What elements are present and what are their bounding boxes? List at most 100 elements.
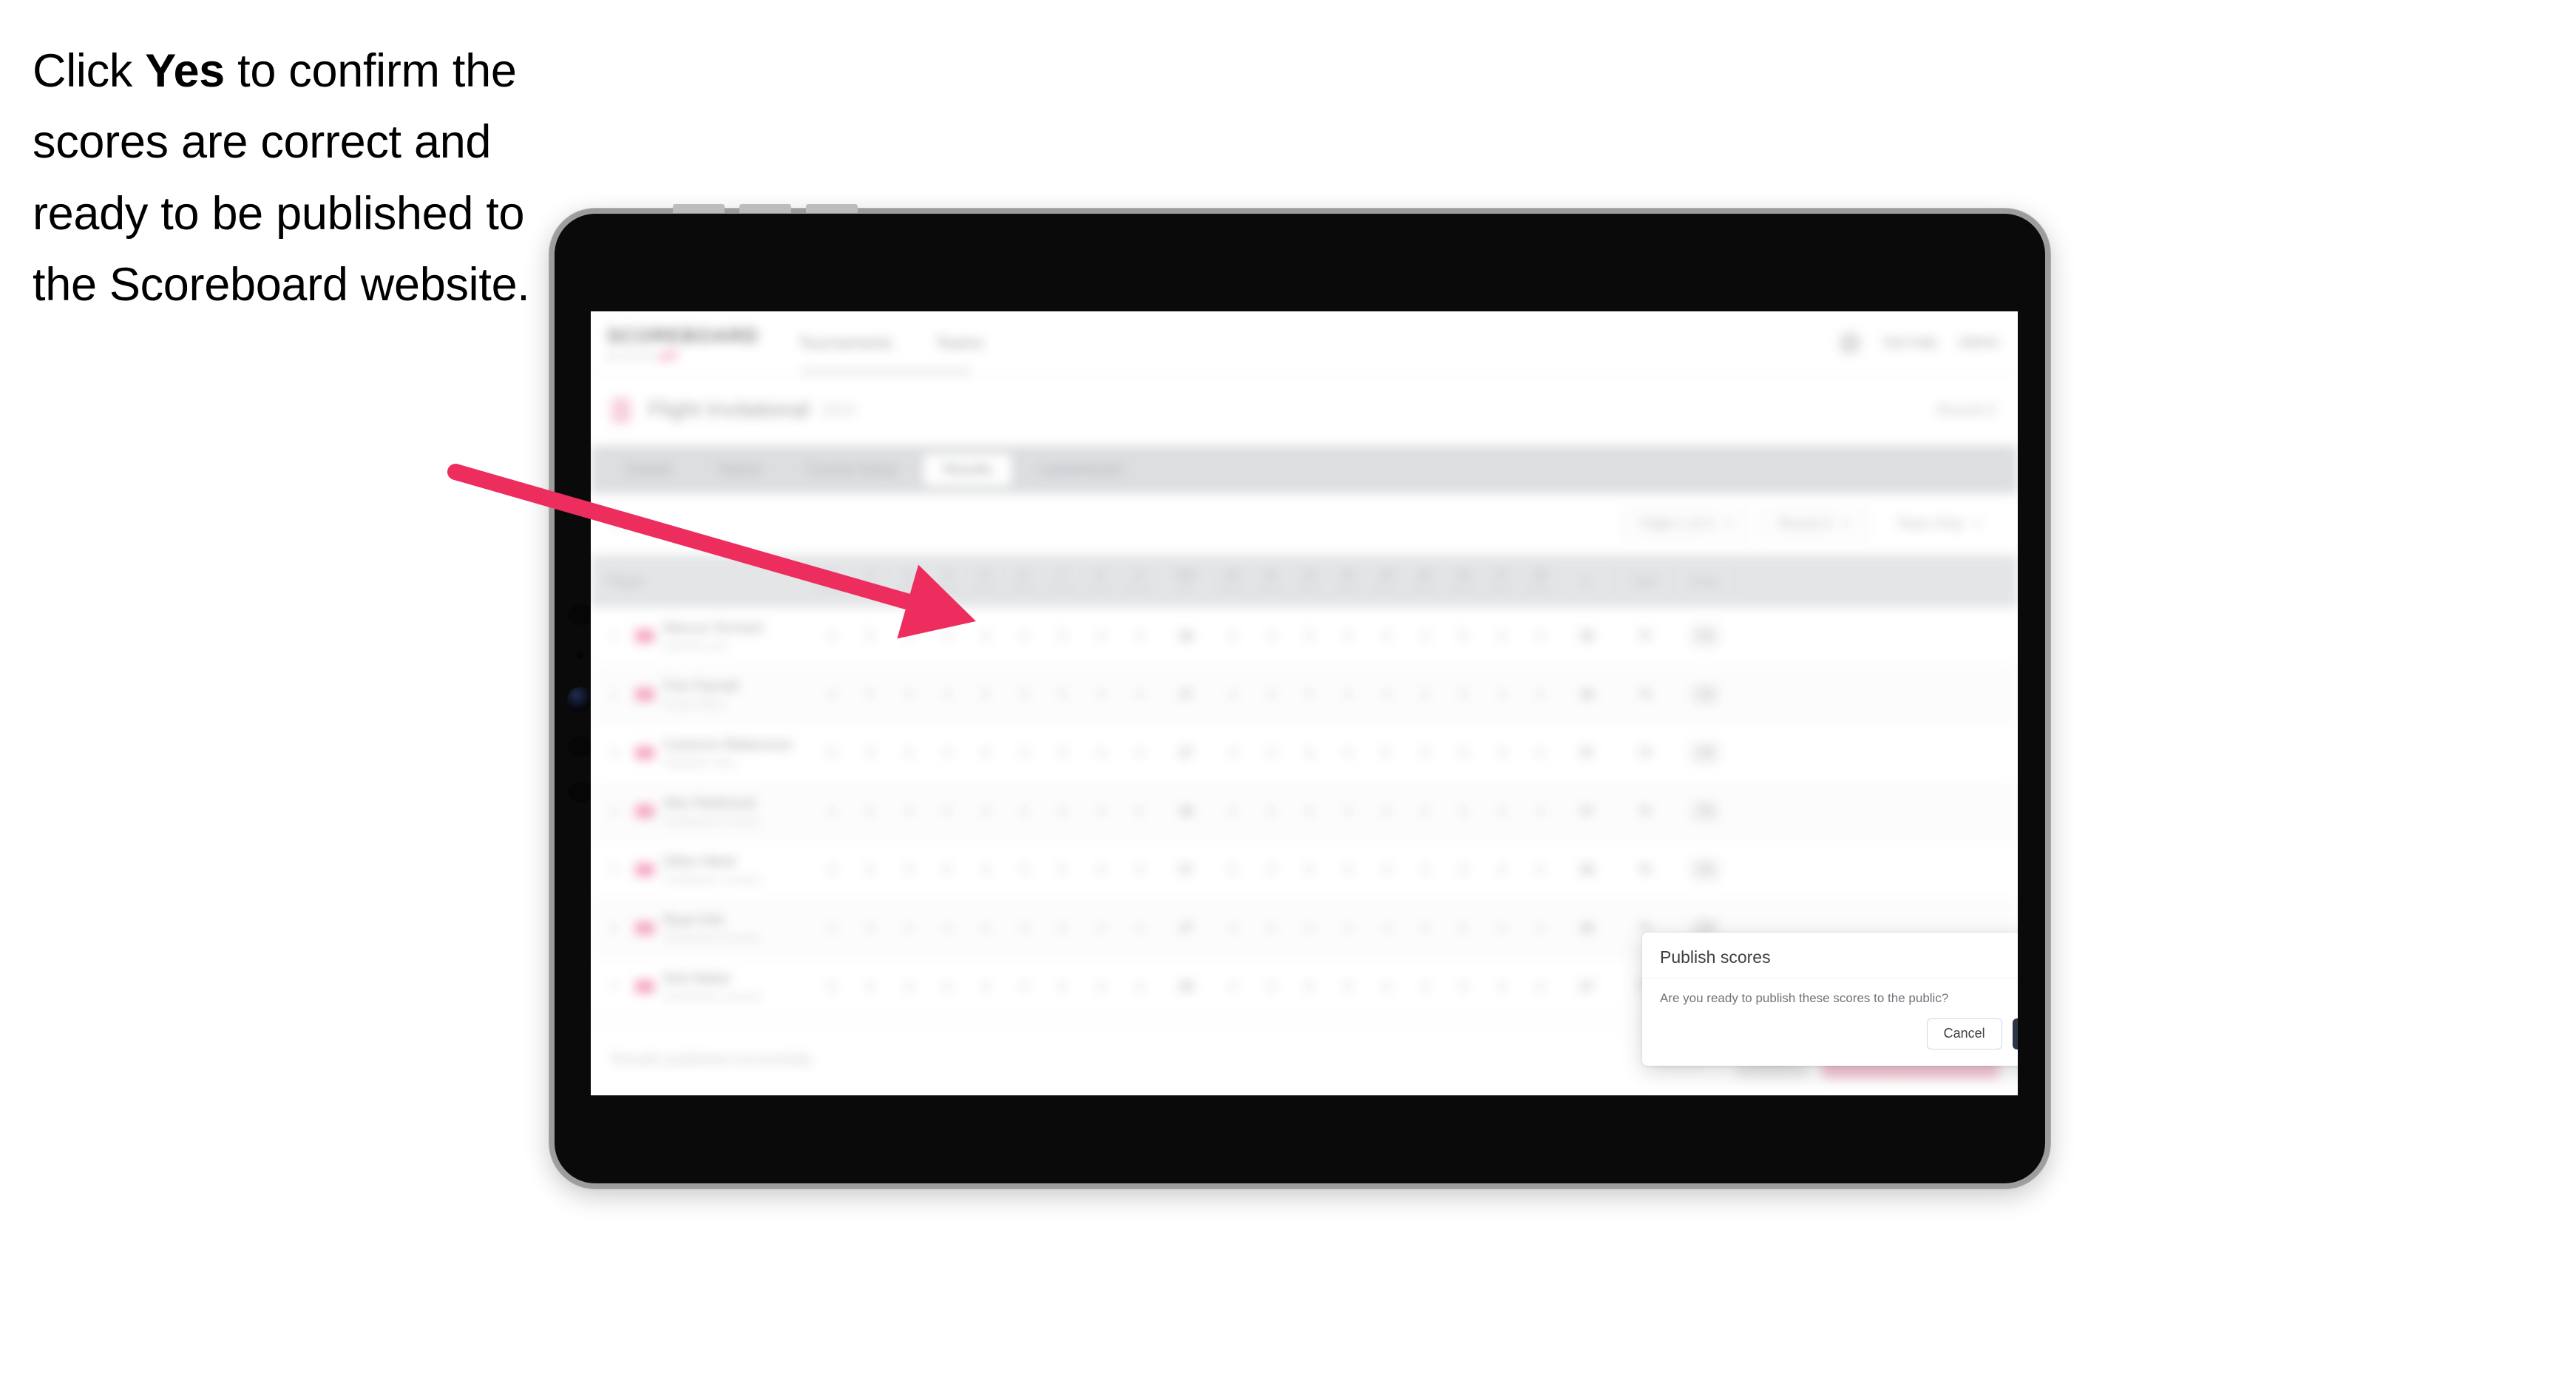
- score-cell[interactable]: 4: [928, 782, 966, 840]
- score-cell[interactable]: 4: [1329, 899, 1367, 957]
- score-cell[interactable]: 5: [1290, 724, 1329, 782]
- score-cell[interactable]: 4: [1482, 958, 1521, 1015]
- in-total-cell[interactable]: 37: [1559, 724, 1614, 782]
- score-cell[interactable]: 3: [1005, 724, 1043, 782]
- score-cell[interactable]: 4: [928, 666, 966, 723]
- score-cell[interactable]: 3: [1252, 666, 1290, 723]
- in-total-cell[interactable]: 37: [1559, 782, 1614, 840]
- score-cell[interactable]: 4: [928, 724, 966, 782]
- score-cell[interactable]: 3: [1005, 841, 1043, 899]
- score-cell[interactable]: 5: [813, 724, 851, 782]
- score-cell[interactable]: 4: [1120, 607, 1159, 665]
- score-cell[interactable]: 4: [1120, 958, 1159, 1015]
- table-row[interactable]: 3 Cameron Blakemore Highfield Links 5 5 3 4 4 3 5…: [591, 724, 2018, 782]
- score-cell[interactable]: 5: [851, 841, 889, 899]
- score-cell[interactable]: 3: [1252, 607, 1290, 665]
- score-cell[interactable]: 4: [1367, 899, 1406, 957]
- score-cell[interactable]: 4: [1120, 899, 1159, 957]
- score-cell[interactable]: 4: [1482, 782, 1521, 840]
- score-cell[interactable]: 5: [1482, 899, 1521, 957]
- score-cell[interactable]: 5: [1043, 607, 1082, 665]
- score-cell[interactable]: 5: [1367, 724, 1406, 782]
- score-cell[interactable]: 5: [1444, 841, 1482, 899]
- score-cell[interactable]: 5: [1043, 958, 1082, 1015]
- score-cell[interactable]: 4: [1329, 782, 1367, 840]
- nav-link-tournaments[interactable]: Tournaments: [799, 334, 892, 353]
- score-cell[interactable]: 4: [1482, 607, 1521, 665]
- score-cell[interactable]: 5: [851, 899, 889, 957]
- score-cell[interactable]: 4: [889, 782, 928, 840]
- table-row[interactable]: 4 Alex Redmond Southdown Country 4 5 4 4 4 3 5 4 5 3…: [591, 782, 2018, 841]
- score-cell[interactable]: 5: [851, 666, 889, 723]
- score-cell[interactable]: 5: [1043, 782, 1082, 840]
- score-cell[interactable]: 5: [1290, 841, 1329, 899]
- score-cell[interactable]: 3: [889, 841, 928, 899]
- score-cell[interactable]: 4: [813, 841, 851, 899]
- score-cell[interactable]: 4: [1367, 782, 1406, 840]
- score-cell[interactable]: 5: [813, 958, 851, 1015]
- score-cell[interactable]: 4: [1329, 666, 1367, 723]
- score-cell[interactable]: 5: [1213, 841, 1252, 899]
- tab-leaderboard[interactable]: Leaderboard: [1019, 454, 1141, 486]
- score-cell[interactable]: 3: [889, 958, 928, 1015]
- score-cell[interactable]: 5: [1444, 724, 1482, 782]
- out-total-cell[interactable]: 37: [1159, 899, 1213, 957]
- score-cell[interactable]: 4: [813, 666, 851, 723]
- table-row[interactable]: 1 Marcus Tennant Oakville Golf 4 5 3 4 4 3 5 4 4 36 4…: [591, 607, 2018, 666]
- filter-flight-dropdown[interactable]: Flight 1 of 4: [1623, 507, 1750, 541]
- score-cell[interactable]: 5: [1043, 841, 1082, 899]
- score-cell[interactable]: 4: [1521, 724, 1559, 782]
- score-cell[interactable]: 5: [1290, 782, 1329, 840]
- score-cell[interactable]: 3: [1406, 958, 1444, 1015]
- score-cell[interactable]: 5: [1444, 782, 1482, 840]
- in-total-cell[interactable]: 38: [1559, 841, 1614, 899]
- score-cell[interactable]: 4: [1213, 724, 1252, 782]
- score-cell[interactable]: 4: [1120, 724, 1159, 782]
- score-cell[interactable]: 3: [1005, 607, 1043, 665]
- score-cell[interactable]: 5: [928, 841, 966, 899]
- score-cell[interactable]: 5: [966, 666, 1005, 723]
- out-total-cell[interactable]: 37: [1159, 666, 1213, 723]
- score-cell[interactable]: 4: [1367, 666, 1406, 723]
- score-cell[interactable]: 3: [1252, 841, 1290, 899]
- in-total-cell[interactable]: 36: [1559, 607, 1614, 665]
- total-cell[interactable]: 75: [1614, 841, 1675, 899]
- score-cell[interactable]: 4: [1213, 666, 1252, 723]
- tab-details[interactable]: Details: [607, 454, 691, 486]
- score-cell[interactable]: 4: [1213, 782, 1252, 840]
- nav-link-admin[interactable]: Admin: [1959, 335, 1999, 351]
- score-cell[interactable]: 4: [1120, 666, 1159, 723]
- score-cell[interactable]: 4: [813, 607, 851, 665]
- score-cell[interactable]: 5: [1444, 607, 1482, 665]
- score-cell[interactable]: 3: [1406, 607, 1444, 665]
- score-cell[interactable]: 4: [813, 782, 851, 840]
- filter-team-dropdown[interactable]: Team Only: [1880, 508, 1999, 541]
- score-cell[interactable]: 4: [1521, 782, 1559, 840]
- score-cell[interactable]: 3: [1406, 724, 1444, 782]
- out-total-cell[interactable]: 37: [1159, 841, 1213, 899]
- avatar[interactable]: [1839, 331, 1862, 354]
- score-cell[interactable]: 5: [1120, 782, 1159, 840]
- out-total-cell[interactable]: 37: [1159, 724, 1213, 782]
- total-cell[interactable]: 72: [1614, 607, 1675, 665]
- score-cell[interactable]: 4: [928, 958, 966, 1015]
- score-cell[interactable]: 4: [1482, 841, 1521, 899]
- out-total-cell[interactable]: 38: [1159, 782, 1213, 840]
- score-cell[interactable]: 5: [851, 724, 889, 782]
- score-cell[interactable]: 3: [889, 724, 928, 782]
- score-cell[interactable]: 5: [1043, 666, 1082, 723]
- score-cell[interactable]: 4: [966, 607, 1005, 665]
- confirm-button[interactable]: Yes: [2012, 1018, 2018, 1049]
- score-cell[interactable]: 4: [1482, 724, 1521, 782]
- score-cell[interactable]: 4: [1213, 607, 1252, 665]
- score-cell[interactable]: 4: [1082, 724, 1120, 782]
- score-cell[interactable]: 3: [889, 899, 928, 957]
- total-cell[interactable]: 73: [1614, 666, 1675, 723]
- score-cell[interactable]: 4: [1329, 607, 1367, 665]
- nav-link-teams[interactable]: Teams: [935, 334, 983, 353]
- score-cell[interactable]: 4: [1005, 958, 1043, 1015]
- score-cell[interactable]: 5: [1521, 841, 1559, 899]
- score-cell[interactable]: 4: [966, 958, 1005, 1015]
- score-cell[interactable]: 3: [1406, 899, 1444, 957]
- brand-logo[interactable]: SCOREBOARD powered by golf: [607, 325, 759, 361]
